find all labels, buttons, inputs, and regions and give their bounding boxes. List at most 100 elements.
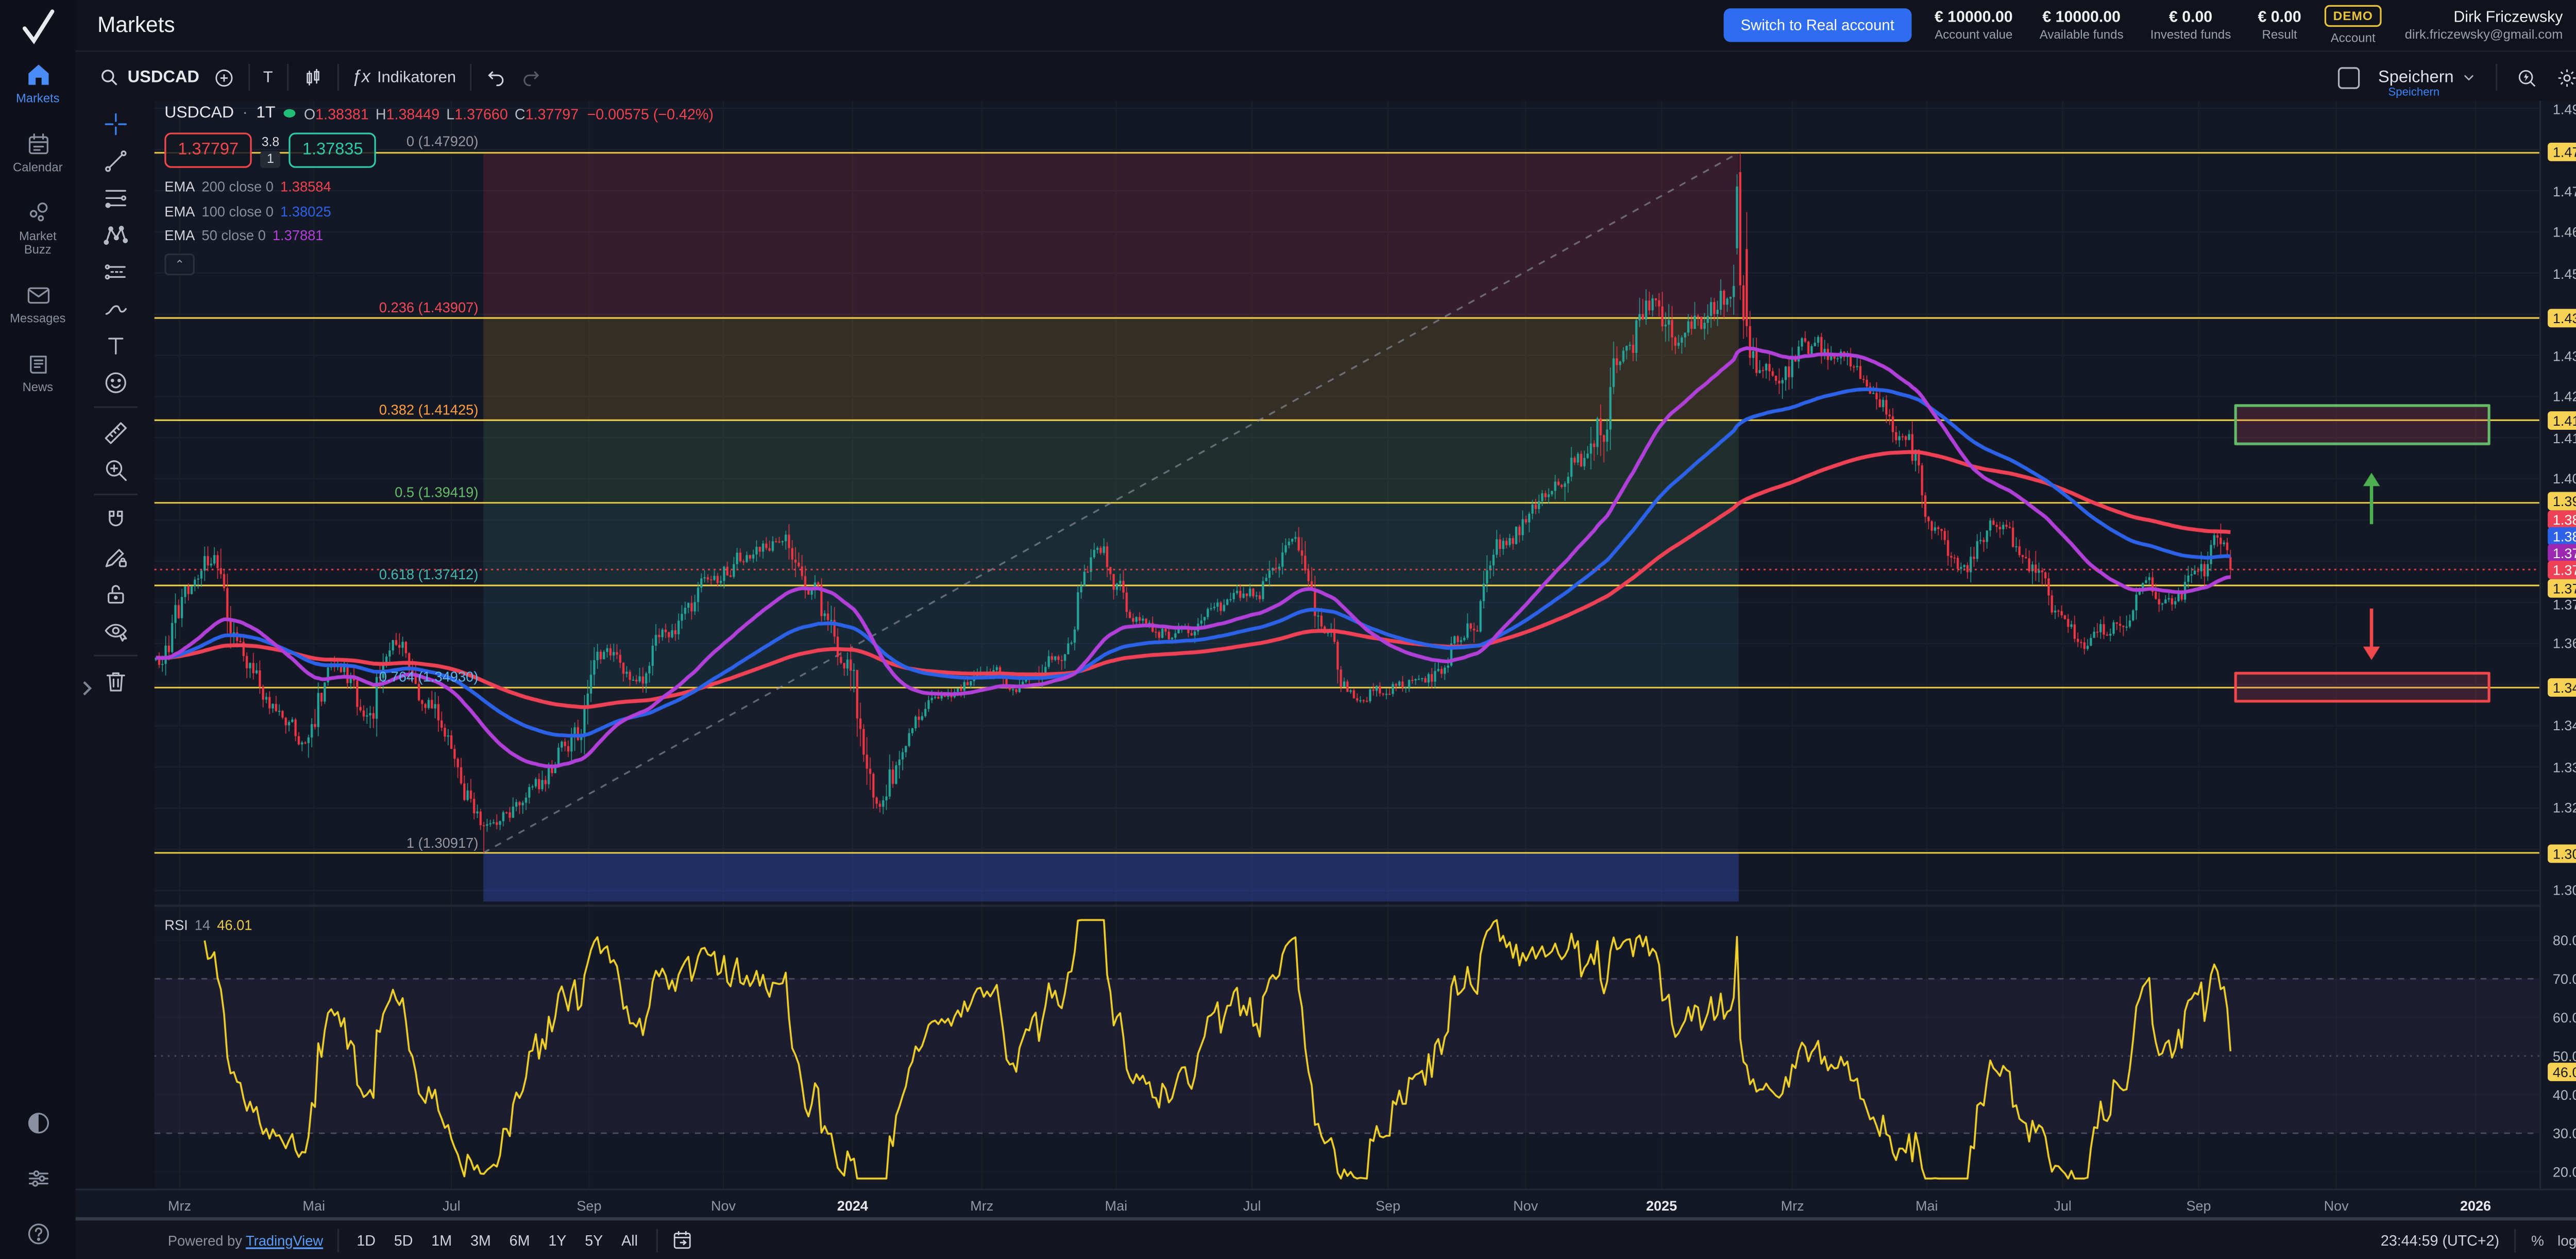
sliders-icon[interactable] — [24, 1165, 51, 1192]
save-layout-button[interactable]: Speichern Speichern — [2378, 68, 2477, 87]
object-tree-expand-chevron[interactable] — [79, 678, 94, 698]
chart-type-button[interactable] — [301, 66, 323, 88]
undo-icon[interactable] — [484, 66, 506, 88]
price-axis-label-1.34000: 1.34000 — [2553, 717, 2576, 734]
price-axis-label-1.46000: 1.46000 — [2553, 223, 2576, 240]
range-button-1D[interactable]: 1D — [352, 1228, 381, 1252]
magnet-icon — [101, 506, 128, 533]
price-axis-label-1.42000: 1.42000 — [2553, 388, 2576, 405]
range-button-5Y[interactable]: 5Y — [580, 1228, 608, 1252]
save-label: Speichern — [2378, 68, 2454, 87]
trend-line-tool[interactable] — [98, 144, 132, 176]
indicator-row-ema-200[interactable]: EMA200 close 01.38584 — [164, 178, 331, 195]
emoji-tool[interactable] — [98, 366, 132, 398]
hide-all-tool[interactable] — [98, 614, 132, 646]
spread-value: 3.8 — [262, 133, 279, 148]
fullscreen-checkbox[interactable] — [2338, 66, 2360, 88]
price-axis[interactable]: 1.490001.479201.470001.460001.450001.439… — [2539, 100, 2576, 1188]
draw-mode-tool[interactable] — [98, 541, 132, 573]
price-axis-label-1.37000: 1.37000 — [2553, 595, 2576, 612]
go-to-date-icon[interactable] — [671, 1229, 693, 1251]
brush-icon — [101, 295, 128, 322]
remove-drawings-icon — [101, 667, 128, 694]
quantity-box[interactable]: 1 — [260, 150, 281, 167]
range-button-6M[interactable]: 6M — [504, 1228, 535, 1252]
app: Markets Calendar MarketBuzz Messages News Ma… — [0, 0, 2576, 1256]
interval-button[interactable]: T — [263, 68, 273, 87]
settings-gear-icon[interactable] — [2556, 66, 2576, 88]
remove-drawings-tool[interactable] — [98, 665, 132, 697]
sidebar-item-label: MarketBuzz — [19, 230, 57, 257]
fib-level-label-0.382: 0.382 (1.41425) — [379, 401, 479, 418]
help-icon[interactable] — [24, 1220, 51, 1247]
indicators-button[interactable]: ƒx Indikatoren — [352, 67, 456, 87]
legend-collapse-button[interactable]: ⌃ — [164, 254, 195, 275]
ohlc-C: C1.37797 — [515, 105, 579, 122]
sidebar-item-messages[interactable]: Messages — [0, 282, 76, 326]
sidebar-item-markets[interactable]: Markets — [0, 60, 76, 106]
price-axis-label-1.49000: 1.49000 — [2553, 100, 2576, 117]
time-axis-label-Nov: Nov — [1513, 1196, 1538, 1213]
time-axis-label-Sep: Sep — [2186, 1196, 2211, 1213]
price-axis-label-1.40000: 1.40000 — [2553, 471, 2576, 488]
header: Markets Switch to Real account € 10000.0… — [76, 0, 2576, 51]
zoom-in-tool[interactable] — [98, 454, 132, 485]
contrast-icon[interactable] — [24, 1110, 51, 1136]
fib-level-label-0.236: 0.236 (1.43907) — [379, 299, 479, 316]
crosshair-tool[interactable] — [98, 107, 132, 139]
range-button-5D[interactable]: 5D — [389, 1228, 418, 1252]
time-axis-label-Jul: Jul — [2054, 1196, 2072, 1213]
indicator-row-ema-100[interactable]: EMA100 close 01.38025 — [164, 203, 331, 220]
app-logo-icon[interactable] — [19, 8, 56, 45]
legend-interval: 1T — [256, 104, 275, 123]
rsi-legend: RSI 14 46.01 — [164, 917, 252, 934]
tradingview-link[interactable]: TradingView — [246, 1231, 323, 1248]
range-button-All[interactable]: All — [616, 1228, 642, 1252]
legend-symbol: USDCAD — [164, 104, 234, 123]
brush-tool[interactable] — [98, 292, 132, 324]
range-button-1Y[interactable]: 1Y — [544, 1228, 572, 1252]
lock-all-icon — [101, 580, 128, 607]
chevron-down-icon[interactable] — [2461, 69, 2478, 86]
range-button-1M[interactable]: 1M — [426, 1228, 456, 1252]
magnet-tool[interactable] — [98, 503, 132, 535]
long-position-tool[interactable] — [98, 255, 132, 287]
lock-all-tool[interactable] — [98, 578, 132, 610]
rsi-axis-label-20.00: 20.00 — [2553, 1164, 2576, 1181]
sidebar-item-news[interactable]: News — [0, 351, 76, 395]
stat-label: Account value — [1935, 27, 2012, 42]
divider — [2514, 1228, 2516, 1252]
xabcd-pattern-tool[interactable] — [98, 218, 132, 250]
ohlc-O: O1.38381 — [304, 105, 369, 122]
fib-retracement-icon — [101, 184, 128, 211]
indicator-row-ema-50[interactable]: EMA50 close 01.37881 — [164, 227, 331, 244]
trend-line-icon — [101, 147, 128, 174]
clock[interactable]: 23:44:59 (UTC+2) — [2381, 1231, 2499, 1248]
range-button-3M[interactable]: 3M — [465, 1228, 496, 1252]
sidebar-item-market-buzz[interactable]: MarketBuzz — [0, 200, 76, 257]
scale-mode-percent[interactable]: % — [2531, 1231, 2544, 1248]
time-axis-label-Nov: Nov — [711, 1196, 736, 1213]
sell-button[interactable]: 1.37797 — [164, 132, 252, 167]
symbol-search[interactable]: USDCAD — [99, 67, 199, 87]
text-tool[interactable] — [98, 329, 132, 361]
buy-button[interactable]: 1.37835 — [289, 132, 377, 167]
divider — [93, 494, 137, 495]
compare-add-icon[interactable] — [213, 66, 234, 88]
price-chart-canvas[interactable] — [155, 100, 2539, 1188]
price-axis-label-1.38584: 1.38584 — [2548, 510, 2576, 527]
quick-search-icon[interactable] — [2516, 66, 2537, 88]
sidebar-item-calendar[interactable]: Calendar — [0, 131, 76, 175]
switch-to-real-button[interactable]: Switch to Real account — [1724, 8, 1911, 42]
price-axis-label-1.32000: 1.32000 — [2553, 800, 2576, 817]
buzz-icon — [24, 200, 51, 227]
price-axis-label-1.37881: 1.37881 — [2548, 545, 2576, 562]
scale-mode-log[interactable]: log — [2557, 1231, 2576, 1248]
price-axis-label-1.43907: 1.43907 — [2548, 310, 2576, 327]
redo-icon[interactable] — [520, 66, 541, 88]
chart-pane[interactable]: 0 (1.47920)0.236 (1.43907)0.382 (1.41425… — [155, 100, 2539, 1188]
ruler-tool[interactable] — [98, 416, 132, 448]
time-axis[interactable]: MrzMaiJulSepNov2024MrzMaiJulSepNov2025Mr… — [76, 1188, 2576, 1219]
stat-label: Result — [2262, 27, 2297, 42]
fib-retracement-tool[interactable] — [98, 181, 132, 213]
